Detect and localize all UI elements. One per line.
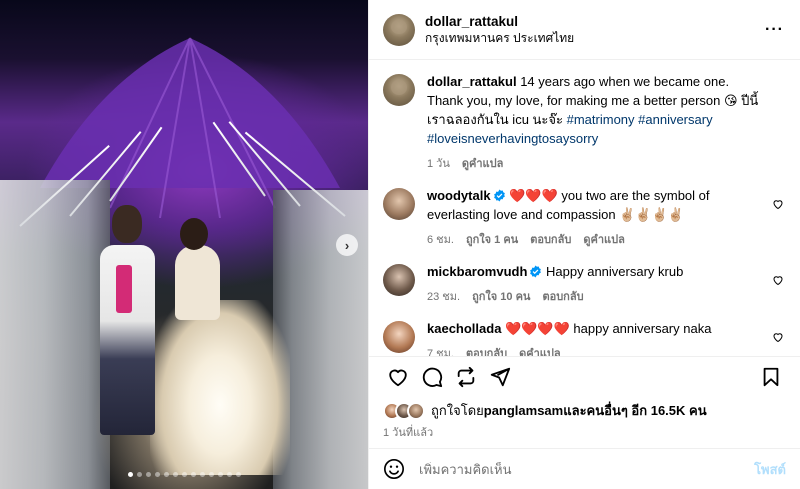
comment-likes-count[interactable]: ถูกใจ 1 คน [466,230,518,248]
carousel-dot [217,472,223,477]
comments-list[interactable]: dollar_rattakul 14 years ago when we bec… [369,60,800,356]
avatar [407,401,425,420]
carousel-dot [172,472,178,477]
groom-head [112,205,142,243]
post-header: dollar_rattakul กรุงเทพมหานคร ประเทศไทย … [369,0,800,60]
post-timestamp[interactable]: 1 วันที่แล้ว [383,423,433,441]
avatar[interactable] [383,264,415,296]
emoji-icon[interactable] [383,458,405,480]
repost-button[interactable] [449,360,483,394]
avatar[interactable] [383,188,415,220]
bride [175,245,220,320]
carousel-dot [163,472,169,477]
likes-count[interactable]: และคนอื่นๆ อีก 16.5K คน [563,400,706,421]
reply-button[interactable]: ตอบกลับ [530,230,571,248]
bookmark-icon [763,367,779,386]
post-comment-button[interactable]: โพสต์ [754,459,786,480]
verified-badge-icon [530,265,542,278]
more-horizontal-icon[interactable]: ··· [765,21,784,39]
post-photo[interactable]: › [0,0,368,489]
liker-username[interactable]: panglamsam [484,403,563,418]
heart-outline-icon[interactable] [772,331,784,343]
comment-text: ❤️❤️❤️❤️ happy anniversary naka [501,321,712,336]
comment-username[interactable]: woodytalk [427,188,491,203]
save-button[interactable] [754,360,788,394]
comment-time[interactable]: 23 ชม. [427,287,460,305]
comment-bubble-icon [422,367,443,387]
like-button[interactable] [381,360,415,394]
avatar[interactable] [383,321,415,353]
carousel-dot [199,472,205,477]
location-link[interactable]: กรุงเทพมหานคร ประเทศไทย [425,30,765,47]
chevron-right-icon: › [344,237,350,253]
comment-text: Happy anniversary krub [542,264,684,279]
caption-username[interactable]: dollar_rattakul [427,74,517,89]
avatar[interactable] [383,13,415,46]
paper-plane-icon [490,367,511,386]
heart-icon [389,369,407,386]
post-side-panel: dollar_rattakul กรุงเทพมหานคร ประเทศไทย … [368,0,800,489]
see-translation-link[interactable]: ดูคำแปล [462,154,504,172]
carousel-dot [226,472,232,477]
carousel-next-button[interactable]: › [336,234,358,256]
carousel-dot [136,472,142,477]
see-translation-link[interactable]: ดูคำแปล [519,344,561,356]
liker-avatars [383,401,427,420]
caption-time[interactable]: 1 วัน [427,154,450,172]
carousel-dot [235,472,241,477]
comment-button[interactable] [415,360,449,394]
bride-dress [150,300,290,475]
carousel-dot [145,472,151,477]
action-bar [369,356,800,396]
heart-outline-icon[interactable] [772,274,784,286]
comment-time[interactable]: 6 ชม. [427,230,454,248]
comment: woodytalk ❤️❤️❤️ you two are the symbol … [383,186,784,248]
repost-icon [457,366,475,387]
add-comment-bar: โพสต์ [369,448,800,489]
bride-head [180,218,208,250]
share-button[interactable] [483,360,517,394]
likes-prefix: ถูกใจโดย [431,403,484,418]
carousel-dot [208,472,214,477]
carousel-dot [154,472,160,477]
owner-username[interactable]: dollar_rattakul [425,13,765,30]
comment-input[interactable] [419,461,755,477]
caption: dollar_rattakul 14 years ago when we bec… [383,72,784,172]
carousel-dot [190,472,196,477]
comment-likes-count[interactable]: ถูกใจ 10 คน [472,287,530,305]
comment-username[interactable]: kaechollada [427,321,501,336]
carousel-dots [0,472,368,477]
carousel-dot [127,472,133,477]
groom-sash [116,265,132,313]
likes-summary[interactable]: ถูกใจโดย panglamsam และคนอื่นๆ อีก 16.5K… [383,400,707,421]
verified-badge-icon [493,189,505,202]
reply-button[interactable]: ตอบกลับ [466,344,507,356]
comment-time[interactable]: 7 ชม. [427,344,454,356]
comment-username[interactable]: mickbaromvudh [427,264,527,279]
reply-button[interactable]: ตอบกลับ [542,287,583,305]
see-translation-link[interactable]: ดูคำแปล [583,230,625,248]
heart-outline-icon[interactable] [772,198,784,210]
comment: mickbaromvudh Happy anniversary krub 23 … [383,262,784,305]
carousel-dot [181,472,187,477]
avatar[interactable] [383,74,415,106]
comment: kaechollada ❤️❤️❤️❤️ happy anniversary n… [383,319,784,356]
